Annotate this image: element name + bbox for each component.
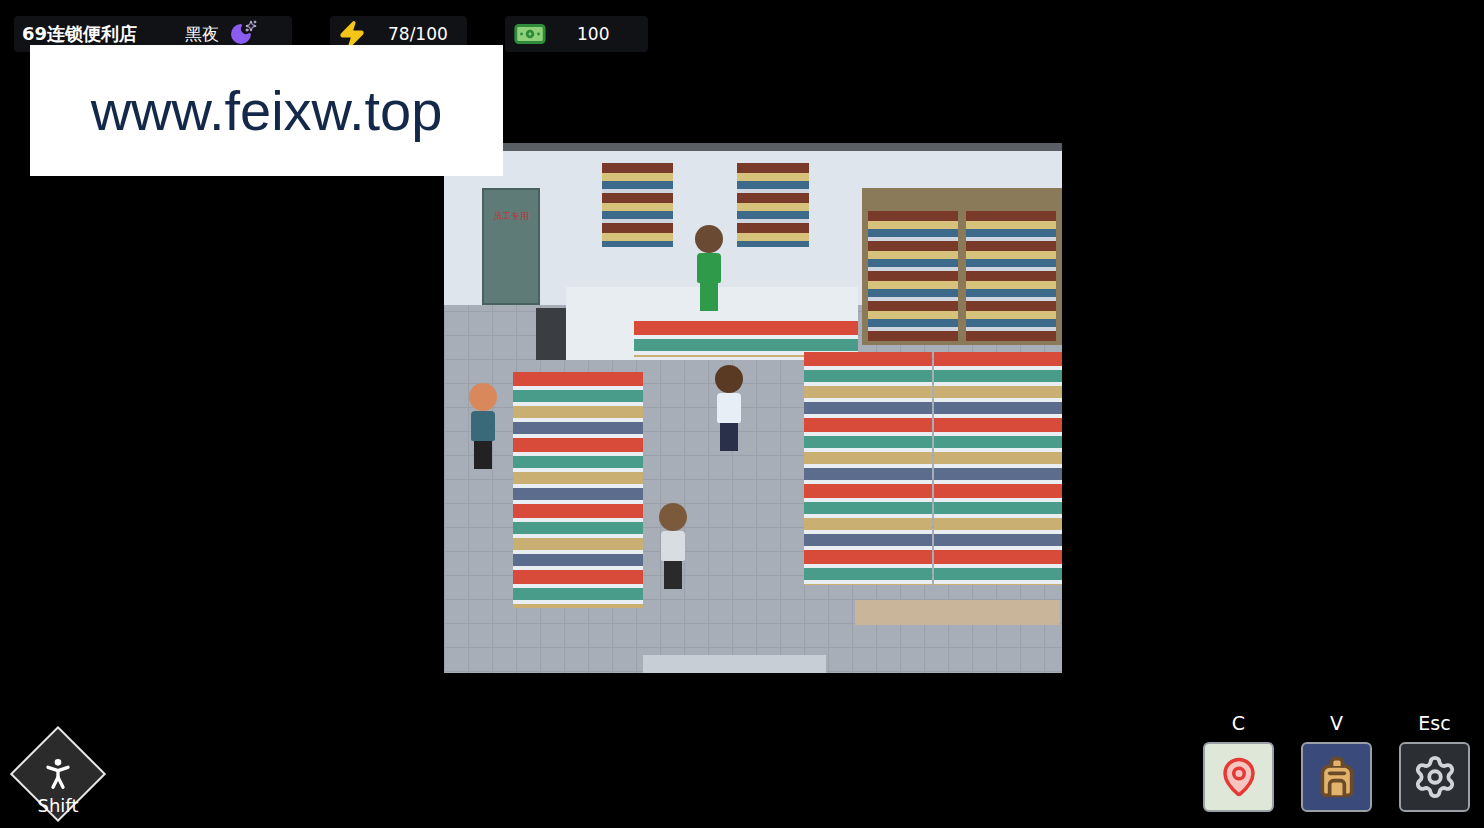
- moon-icon: [229, 22, 253, 46]
- shelf: [804, 352, 932, 585]
- bag-button[interactable]: [1301, 742, 1372, 812]
- character: [714, 365, 744, 455]
- map-button[interactable]: [1203, 742, 1274, 812]
- menu-item: V: [1301, 712, 1372, 812]
- money-value: 100: [577, 24, 609, 44]
- game-screen: 69连锁便利店 黑夜 78/100 100 www.feixw.top 员工专用 Shift…: [0, 0, 1484, 828]
- key-label: Esc: [1418, 712, 1450, 736]
- walk-icon: [38, 754, 78, 794]
- shelf: [513, 372, 643, 608]
- entrance: [643, 655, 826, 673]
- store-scene[interactable]: 员工专用: [444, 143, 1062, 673]
- wall-top: [444, 143, 1062, 151]
- fridge-glass: [868, 211, 958, 341]
- watermark: www.feixw.top: [30, 45, 503, 176]
- fridge-glass: [966, 211, 1056, 341]
- watermark-text: www.feixw.top: [91, 78, 443, 143]
- menu-item: C: [1203, 712, 1274, 812]
- door-label: 员工专用: [493, 210, 529, 222]
- money-panel: 100: [505, 16, 648, 52]
- run-key-label: Shift: [10, 795, 106, 816]
- run-button[interactable]: Shift: [10, 726, 106, 822]
- character: [468, 383, 498, 473]
- character: [694, 225, 724, 315]
- settings-button[interactable]: [1399, 742, 1470, 812]
- map-icon: [1218, 756, 1260, 798]
- menu-item: Esc: [1399, 712, 1470, 812]
- money-icon: [513, 17, 547, 51]
- character: [658, 503, 688, 593]
- cigarette-shelf: [737, 163, 809, 247]
- trash-bin: [536, 308, 566, 360]
- menu-buttons: C V Esc: [1203, 712, 1470, 812]
- energy-icon: [338, 20, 366, 48]
- time-of-day: 黑夜: [185, 23, 219, 46]
- energy-value: 78/100: [388, 24, 448, 44]
- backpack-icon: [1315, 755, 1359, 799]
- gear-icon: [1412, 754, 1458, 800]
- bottom-bar: Shift C V Esc: [0, 712, 1484, 828]
- bench: [855, 600, 1060, 625]
- staff-door[interactable]: 员工专用: [482, 188, 540, 305]
- shelf: [934, 352, 1062, 585]
- key-label: C: [1232, 712, 1245, 736]
- cigarette-shelf: [602, 163, 673, 247]
- location-name: 69连锁便利店: [22, 22, 137, 46]
- key-label: V: [1330, 712, 1343, 736]
